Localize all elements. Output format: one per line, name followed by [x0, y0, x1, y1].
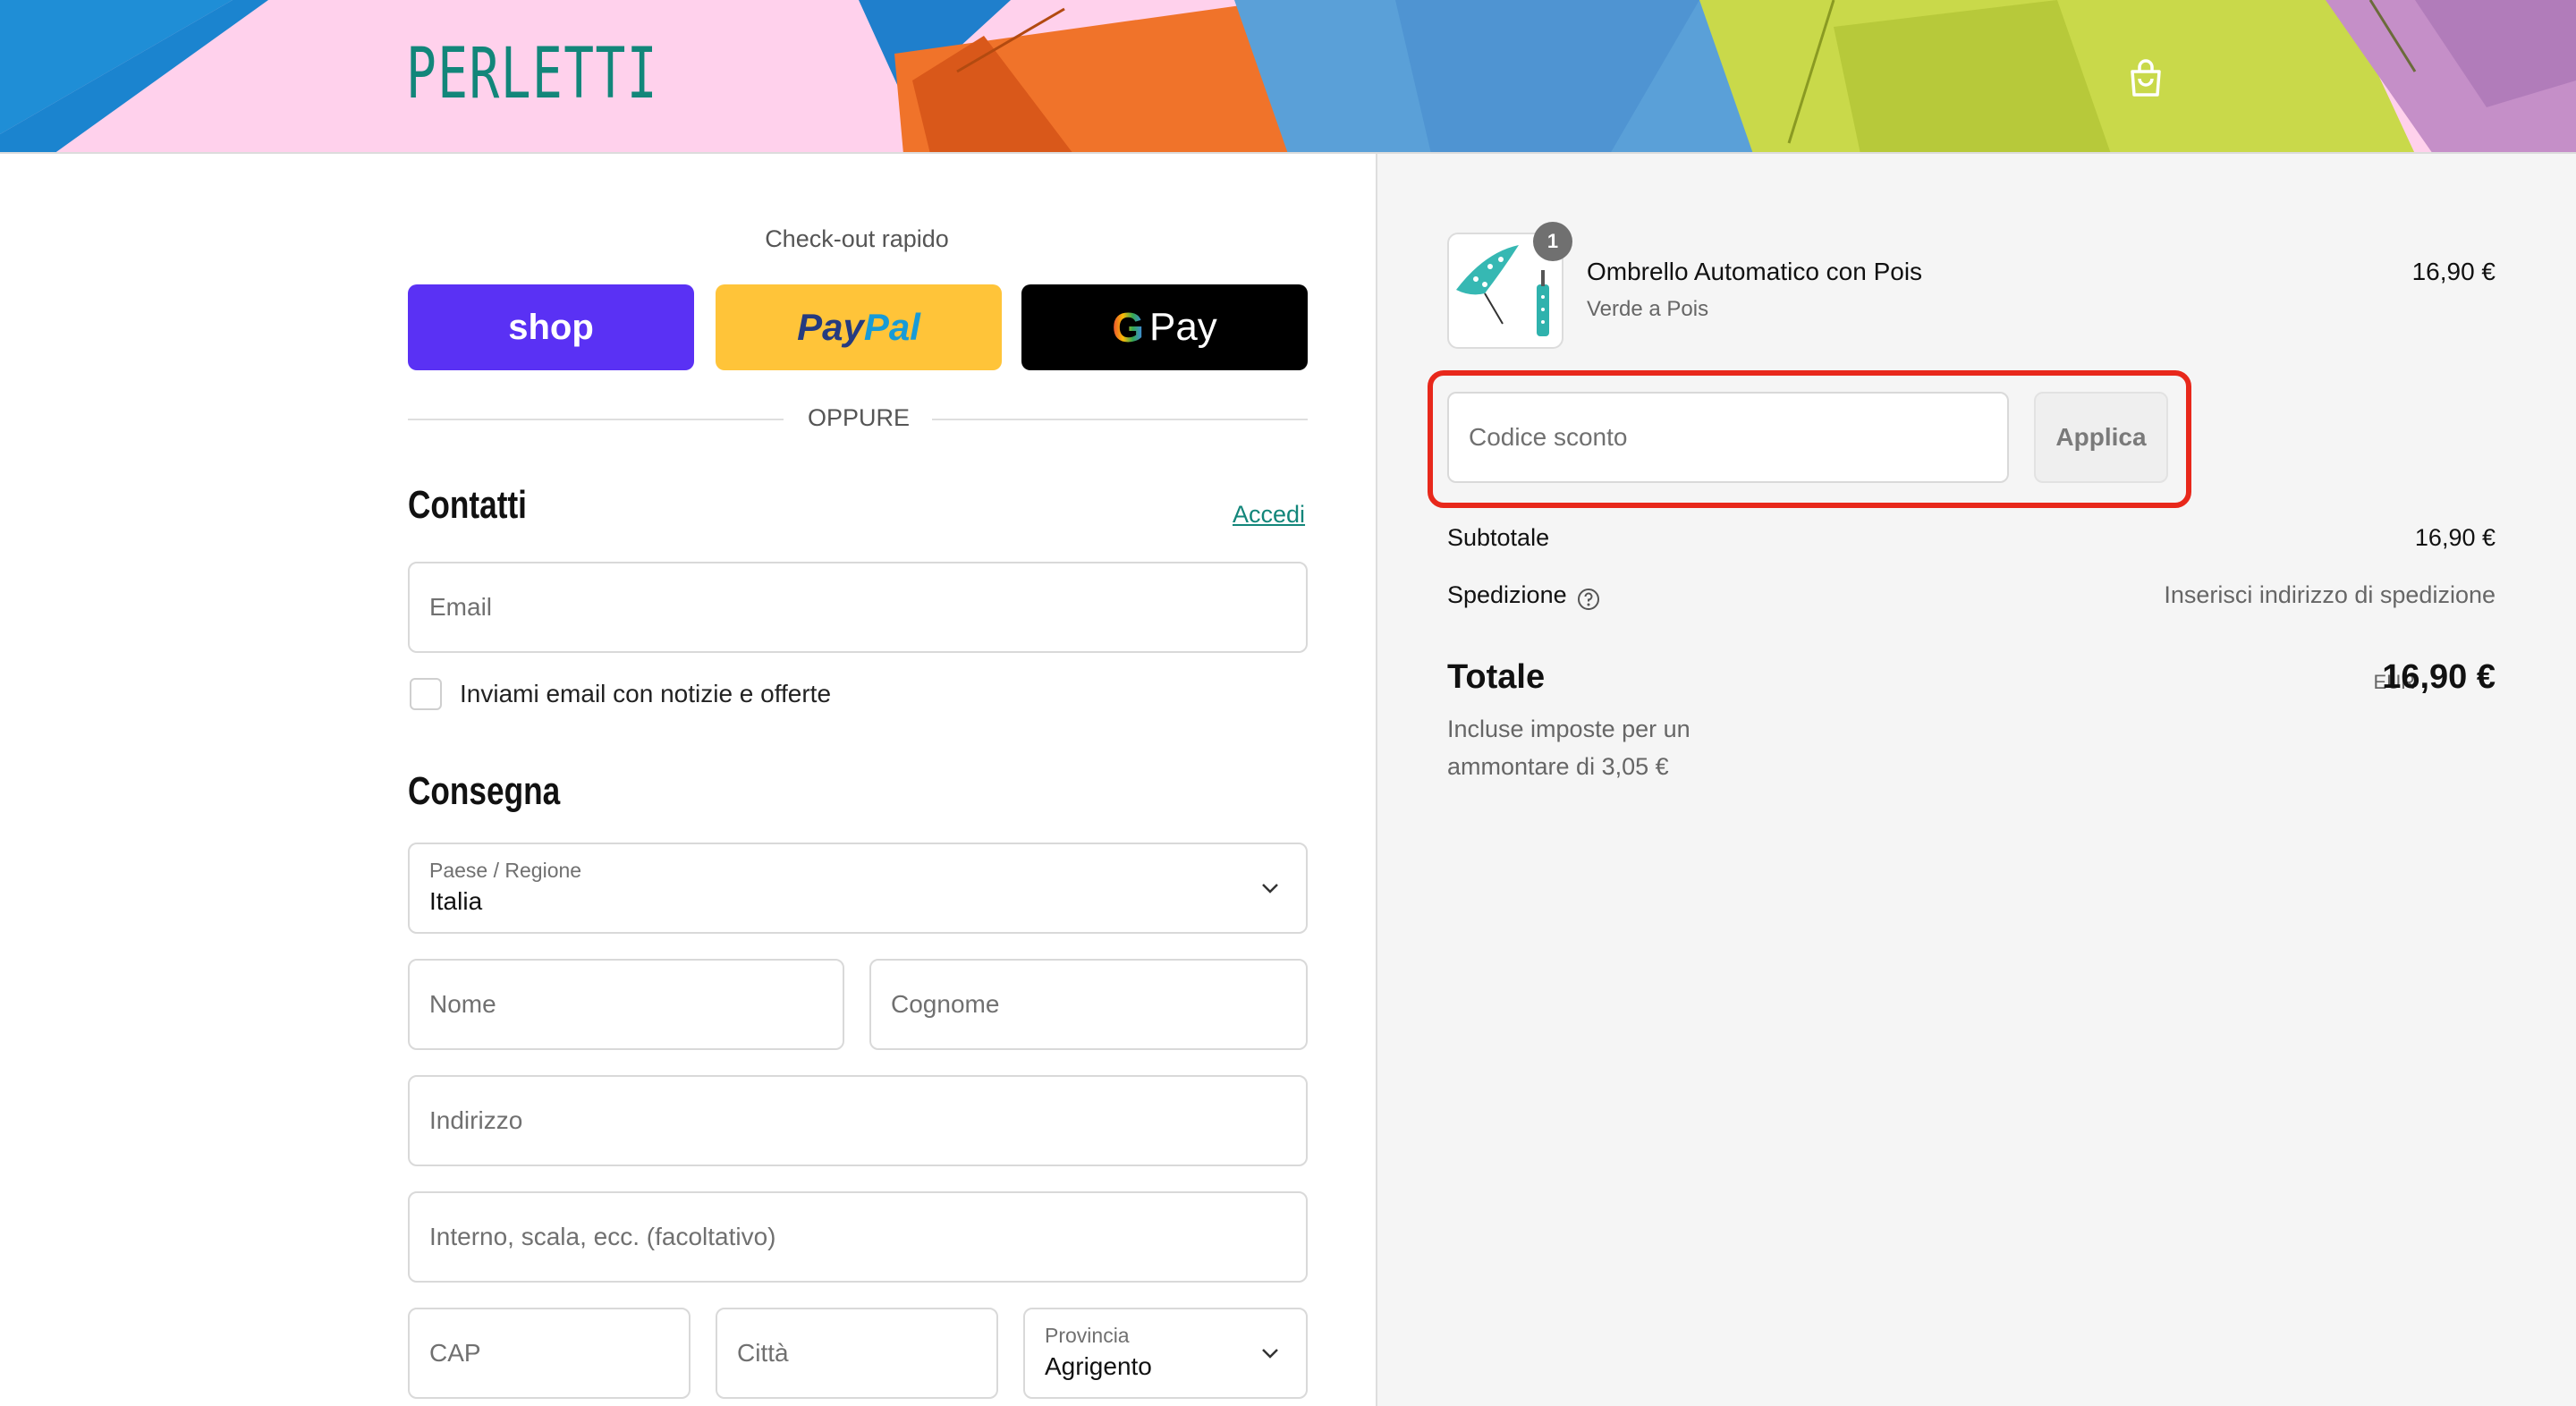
- province-value: Agrigento: [1045, 1352, 1152, 1380]
- address2-field[interactable]: Interno, scala, ecc. (facoltativo): [408, 1191, 1308, 1283]
- google-pay-button[interactable]: G Pay: [1021, 284, 1308, 370]
- address-field[interactable]: Indirizzo: [408, 1075, 1308, 1166]
- paypal-label-part1: Pay: [797, 306, 864, 348]
- fast-checkout-title: Check-out rapido: [765, 225, 949, 252]
- product-name: Ombrello Automatico con Pois: [1587, 258, 1923, 285]
- chevron-down-icon: [1262, 884, 1278, 894]
- country-value: Italia: [429, 887, 483, 915]
- newsletter-checkbox[interactable]: [410, 678, 442, 710]
- divider-right: [932, 419, 1308, 420]
- province-select[interactable]: Provincia Agrigento: [1023, 1308, 1308, 1399]
- paypal-label-part2: Pal: [863, 306, 920, 348]
- product-price: 16,90 €: [2411, 258, 2496, 285]
- help-icon[interactable]: [1576, 587, 1601, 612]
- last-name-field[interactable]: Cognome: [869, 959, 1308, 1050]
- zip-placeholder: CAP: [429, 1339, 481, 1367]
- apply-discount-button[interactable]: Applica: [2034, 392, 2168, 483]
- country-select[interactable]: Paese / Regione Italia: [408, 843, 1308, 934]
- contacts-title: Contatti: [408, 483, 527, 527]
- email-placeholder: Email: [429, 593, 493, 621]
- cart-icon[interactable]: [2127, 59, 2165, 98]
- discount-code-field[interactable]: Codice sconto: [1447, 392, 2009, 483]
- address-placeholder: Indirizzo: [429, 1106, 523, 1134]
- checkout-form-column: Check-out rapido shop Pay Pal G Pay OPPUR…: [0, 154, 1376, 1406]
- google-g-icon: G: [1112, 304, 1144, 351]
- total-value: 16,90 €: [2382, 658, 2496, 696]
- shop-pay-label: shop: [508, 307, 594, 347]
- address2-placeholder: Interno, scala, ecc. (facoltativo): [429, 1223, 776, 1250]
- order-summary: 1 Ombrello Automatico con Pois Verde a P…: [1376, 154, 2576, 1406]
- brand-logo[interactable]: PERLETTI: [406, 39, 658, 109]
- paypal-button[interactable]: Pay Pal: [716, 284, 1002, 370]
- last-name-placeholder: Cognome: [891, 990, 1000, 1018]
- product-variant: Verde a Pois: [1587, 297, 1709, 321]
- delivery-title: Consegna: [408, 769, 561, 813]
- city-placeholder: Città: [737, 1339, 789, 1367]
- google-pay-label: Pay: [1148, 305, 1217, 349]
- total-label: Totale: [1447, 658, 1546, 696]
- tax-note: Incluse imposte per un ammontare di 3,05…: [1447, 716, 1690, 780]
- country-label: Paese / Regione: [429, 859, 582, 882]
- first-name-placeholder: Nome: [429, 990, 496, 1018]
- quantity-badge: 1: [1533, 222, 1572, 261]
- subtotal-label: Subtotale: [1447, 524, 1550, 551]
- umbrella-background: [0, 0, 2576, 152]
- subtotal-value: 16,90 €: [2414, 524, 2496, 551]
- shipping-label: Spedizione: [1447, 581, 1567, 608]
- province-label: Provincia: [1045, 1324, 1130, 1347]
- newsletter-label: Inviami email con notizie e offerte: [460, 680, 832, 707]
- login-link[interactable]: Accedi: [1233, 501, 1305, 529]
- first-name-field[interactable]: Nome: [408, 959, 844, 1050]
- divider-left: [408, 419, 784, 420]
- header-banner: PERLETTI: [0, 0, 2576, 154]
- city-field[interactable]: Città: [716, 1308, 998, 1399]
- discount-placeholder: Codice sconto: [1469, 423, 1628, 451]
- shop-pay-button[interactable]: shop: [408, 284, 694, 370]
- zip-field[interactable]: CAP: [408, 1308, 691, 1399]
- divider-label: OPPURE: [807, 404, 911, 431]
- email-field[interactable]: Email: [408, 562, 1308, 653]
- shipping-value: Inserisci indirizzo di spedizione: [2164, 581, 2496, 608]
- chevron-down-icon: [1262, 1349, 1278, 1359]
